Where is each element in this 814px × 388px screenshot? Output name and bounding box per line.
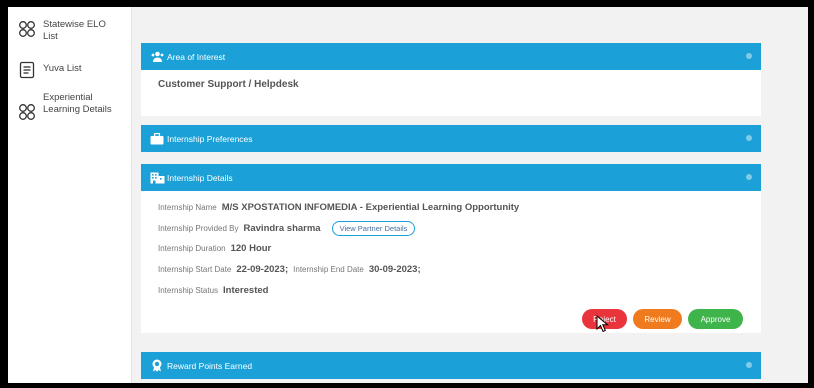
sidebar-item-experiential-learning-details[interactable]: Experiential Learning Details [18,92,113,121]
view-partner-details-button[interactable]: View Partner Details [331,221,416,236]
internship-status-row: Internship Status Interested [158,285,268,296]
approve-button[interactable]: Approve [688,309,743,329]
area-of-interest-header[interactable]: Area of Interest [141,43,761,70]
area-of-interest-value: Customer Support / Helpdesk [158,79,299,90]
internship-details-title: Internship Details [167,172,233,183]
internship-status-label: Internship Status [158,286,219,295]
sidebar-item-label: Statewise ELO List [43,19,106,42]
sidebar-item-statewise-elo-list[interactable]: Statewise ELO List [18,19,113,43]
internship-preferences-title: Internship Preferences [167,133,253,144]
collapse-icon[interactable] [746,362,752,368]
internship-provided-row: Internship Provided By Ravindra sharma V… [158,221,416,236]
internship-details-body: Internship Name M/S XPOSTATION INFOMEDIA… [141,191,761,333]
reward-points-title: Reward Points Earned [167,360,253,371]
building-icon [149,171,165,185]
internship-start-value: 22-09-2023; [236,264,289,275]
briefcase-icon [149,132,165,146]
list-icon [18,61,36,79]
area-of-interest-body: Customer Support / Helpdesk [141,70,761,116]
sidebar-item-label: Yuva List [43,63,82,74]
user-group-icon [149,50,165,64]
grid-icon [18,20,36,38]
internship-provided-label: Internship Provided By [158,224,239,233]
internship-preferences-header[interactable]: Internship Preferences [141,125,761,152]
collapse-icon[interactable] [746,135,752,141]
grid-icon [18,103,36,121]
internship-end-label: Internship End Date [293,265,364,274]
internship-start-label: Internship Start Date [158,265,232,274]
internship-details-header[interactable]: Internship Details [141,164,761,191]
internship-duration-label: Internship Duration [158,244,226,253]
internship-duration-row: Internship Duration 120 Hour [158,243,271,254]
main-content: Area of Interest Customer Support / Help… [132,7,808,383]
sidebar-item-yuva-list[interactable]: Yuva List [18,60,113,79]
award-icon [149,359,165,373]
internship-name-row: Internship Name M/S XPOSTATION INFOMEDIA… [158,202,519,213]
review-button[interactable]: Review [633,309,682,329]
internship-name-label: Internship Name [158,203,217,212]
internship-duration-value: 120 Hour [230,243,272,254]
collapse-icon[interactable] [746,53,752,59]
internship-status-value: Interested [223,285,269,296]
mouse-pointer-icon [596,314,610,338]
area-of-interest-title: Area of Interest [167,51,226,62]
sidebar-item-label: Experiential Learning Details [43,92,112,115]
internship-provided-value: Ravindra sharma [243,223,321,234]
app-window: Statewise ELO List Yuva List Experientia… [8,7,808,383]
sidebar: Statewise ELO List Yuva List Experientia… [8,7,132,383]
reward-points-header[interactable]: Reward Points Earned [141,352,761,379]
internship-end-value: 30-09-2023; [368,264,421,275]
collapse-icon[interactable] [746,174,752,180]
internship-dates-row: Internship Start Date 22-09-2023; Intern… [158,264,421,275]
internship-name-value: M/S XPOSTATION INFOMEDIA - Experiential … [221,202,520,213]
